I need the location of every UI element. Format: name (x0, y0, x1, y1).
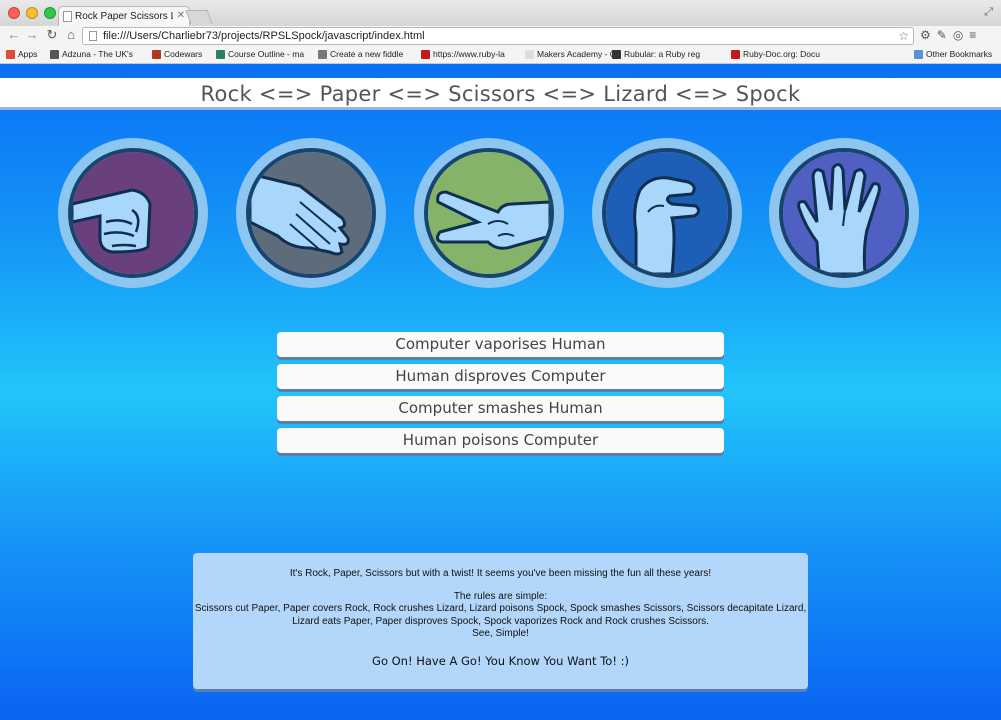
results-list: Computer vaporises Human Human disproves … (277, 332, 724, 460)
codewars-icon (152, 49, 161, 59)
rules-call-to-action: Go On! Have A Go! You Know You Want To! … (372, 653, 629, 668)
page-content: Rock <=> Paper <=> Scissors <=> Lizard <… (0, 64, 1001, 720)
browser-titlebar: Rock Paper Scissors Lizard ✕ ⤢ (0, 0, 1001, 26)
bookmark-item[interactable]: Course Outline - ma (216, 49, 304, 59)
page-icon (63, 11, 72, 22)
url-text: file:///Users/Charliebr73/projects/RPSLS… (103, 30, 425, 42)
lizard-hand-icon (606, 152, 728, 274)
bookmark-item[interactable]: Ruby-Doc.org: Docu (731, 49, 820, 59)
fullscreen-icon[interactable]: ⤢ (984, 6, 993, 19)
scissors-hand-icon (428, 152, 550, 274)
spock-choice-button[interactable] (769, 138, 919, 288)
cloud-icon (318, 49, 327, 59)
bookmark-label: Codewars (164, 49, 203, 59)
bookmarks-bar: Apps Adzuna - The UK's Codewars Course Outl… (0, 46, 1001, 64)
rock-choice-circle (68, 148, 198, 278)
spock-choice-circle (779, 148, 909, 278)
bookmark-label: Adzuna - The UK's (62, 49, 133, 59)
bookmark-label: https://www.ruby-la (433, 49, 505, 59)
spock-hand-icon (783, 152, 905, 274)
bookmark-star-icon[interactable]: ☆ (898, 29, 909, 43)
page-icon (525, 49, 534, 59)
close-window-button[interactable] (8, 7, 20, 19)
result-message: Computer vaporises Human (277, 332, 724, 357)
ruby-icon (421, 49, 430, 59)
bookmark-label: Makers Academy - C (537, 49, 616, 59)
result-message: Computer smashes Human (277, 396, 724, 421)
rules-closing: See, Simple! (472, 628, 529, 639)
bookmark-item[interactable]: Create a new fiddle (318, 49, 403, 59)
bookmark-label: Rubular: a Ruby reg (624, 49, 701, 59)
rules-body: Scissors cut Paper, Paper covers Rock, R… (194, 603, 807, 627)
bookmark-item[interactable]: Other Bookmarks (914, 49, 992, 59)
address-bar[interactable]: file:///Users/Charliebr73/projects/RPSLS… (82, 27, 914, 45)
ruby-icon (731, 49, 740, 59)
scissors-choice-button[interactable] (414, 138, 564, 288)
fist-icon (72, 152, 194, 274)
page-icon (89, 31, 97, 41)
r-icon (612, 49, 621, 59)
search-icon (50, 49, 59, 59)
home-icon[interactable]: ⌂ (63, 27, 79, 42)
forward-arrow-icon[interactable]: → (24, 27, 40, 42)
result-message: Human poisons Computer (277, 428, 724, 453)
rules-intro: It's Rock, Paper, Scissors but with a tw… (289, 568, 712, 579)
scissors-choice-circle (424, 148, 554, 278)
tab-title: Rock Paper Scissors Lizard (75, 11, 173, 22)
lizard-choice-circle (602, 148, 732, 278)
bookmark-item[interactable]: Apps (6, 49, 37, 59)
reload-icon[interactable]: ↻ (44, 27, 60, 43)
apps-grid-icon (6, 49, 15, 59)
zoom-window-button[interactable] (44, 7, 56, 19)
page-title: Rock <=> Paper <=> Scissors <=> Lizard <… (0, 78, 1001, 110)
back-arrow-icon[interactable]: ← (6, 27, 22, 42)
paper-choice-circle (246, 148, 376, 278)
paper-choice-button[interactable] (236, 138, 386, 288)
folder-icon (914, 49, 923, 59)
h-icon (216, 49, 225, 59)
open-hand-icon (250, 152, 372, 274)
rock-choice-button[interactable] (58, 138, 208, 288)
rules-panel: It's Rock, Paper, Scissors but with a tw… (193, 553, 808, 689)
lizard-choice-button[interactable] (592, 138, 742, 288)
bookmark-item[interactable]: Rubular: a Ruby reg (612, 49, 700, 59)
browser-toolbar: ← → ↻ ⌂ file:///Users/Charliebr73/projec… (0, 26, 1001, 46)
rules-heading: The rules are simple: (453, 590, 548, 602)
minimize-window-button[interactable] (26, 7, 38, 19)
bookmark-label: Apps (18, 49, 38, 59)
bookmark-label: Create a new fiddle (330, 49, 404, 59)
result-message: Human disproves Computer (277, 364, 724, 389)
tab-close-icon[interactable]: ✕ (177, 10, 185, 21)
new-tab-button[interactable] (185, 10, 213, 24)
extension-icons[interactable]: ⚙✎◎≡ (920, 28, 982, 42)
browser-tab[interactable]: Rock Paper Scissors Lizard ✕ (58, 6, 190, 26)
choice-buttons (0, 138, 1001, 294)
bookmark-item[interactable]: Adzuna - The UK's (50, 49, 133, 59)
bookmark-item[interactable]: Makers Academy - C (525, 49, 616, 59)
bookmark-item[interactable]: https://www.ruby-la (421, 49, 505, 59)
bookmark-label: Ruby-Doc.org: Docu (743, 49, 821, 59)
bookmark-label: Course Outline - ma (228, 49, 305, 59)
bookmark-item[interactable]: Codewars (152, 49, 202, 59)
bookmark-label: Other Bookmarks (926, 49, 993, 59)
